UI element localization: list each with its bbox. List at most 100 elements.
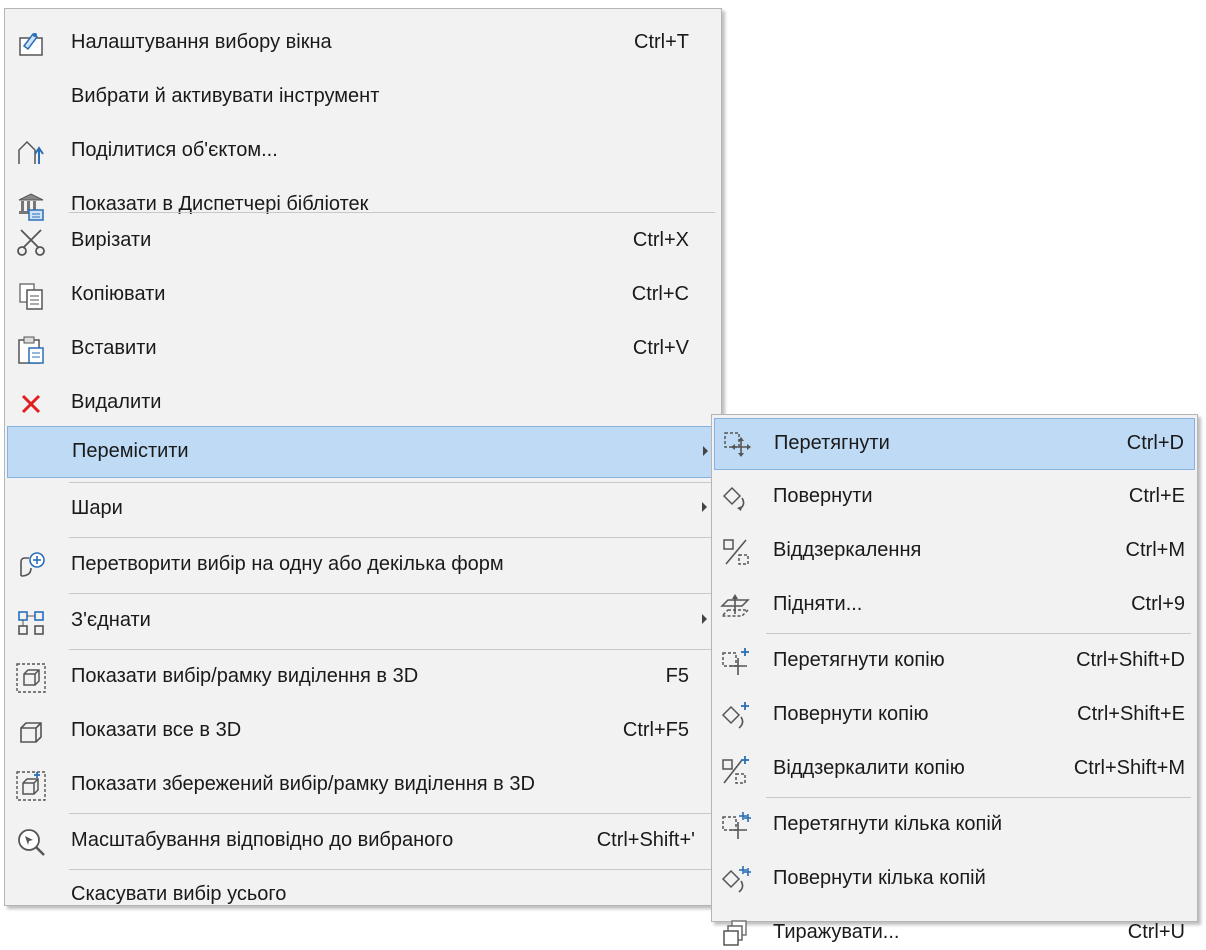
submenu-item-label: Перетягнути копію xyxy=(773,649,945,671)
menu-item-zoom-to-selection[interactable]: Масштабування відповідно до вибраного Ct… xyxy=(7,815,719,869)
submenu-item-shortcut: Ctrl+Shift+D xyxy=(1076,649,1185,671)
connect-icon xyxy=(15,606,47,638)
menu-separator xyxy=(766,797,1191,798)
menu-item-shortcut: Ctrl+F5 xyxy=(622,719,689,741)
submenu-item-label: Повернути xyxy=(773,485,873,507)
menu-item-show-all-3d[interactable]: Показати все в 3D Ctrl+F5 xyxy=(7,705,719,759)
selection-settings-icon xyxy=(15,28,47,60)
menu-separator xyxy=(69,813,715,814)
submenu-item-label: Віддзеркалити копію xyxy=(773,757,965,779)
menu-separator xyxy=(69,593,715,594)
multiply-icon xyxy=(720,918,752,950)
menu-item-label: Видалити xyxy=(71,391,162,413)
menu-separator xyxy=(69,537,715,538)
submenu-item-shortcut: Ctrl+D xyxy=(1126,432,1184,454)
menu-item-label: Копіювати xyxy=(71,283,166,305)
drag-copy-icon xyxy=(720,646,752,678)
submenu-item-label: Повернути копію xyxy=(773,703,929,725)
menu-item-label: Показати все в 3D xyxy=(71,719,242,741)
menu-item-cut[interactable]: Вирізати Ctrl+X xyxy=(7,215,719,269)
menu-item-selection-settings[interactable]: Налаштування вибору вікна Ctrl+T xyxy=(7,17,719,71)
menu-separator xyxy=(69,649,715,650)
menu-item-label: Показати збережений вибір/рамку виділенн… xyxy=(71,773,535,795)
show-selection-3d-icon xyxy=(15,662,47,694)
submenu-item-drag-multiple-copies[interactable]: Перетягнути кілька копій xyxy=(714,799,1195,853)
menu-item-label: Налаштування вибору вікна xyxy=(71,31,332,53)
menu-item-shortcut: Ctrl+C xyxy=(631,283,689,305)
menu-item-shortcut: F5 xyxy=(665,665,689,687)
zoom-to-selection-icon xyxy=(15,826,47,858)
menu-item-label: Шари xyxy=(71,497,123,519)
menu-item-show-selection-3d[interactable]: Показати вибір/рамку виділення в 3D F5 xyxy=(7,651,719,705)
submenu-item-rotate[interactable]: Повернути Ctrl+E xyxy=(714,471,1195,525)
submenu-item-rotate-copy[interactable]: Повернути копію Ctrl+Shift+E xyxy=(714,689,1195,743)
menu-separator xyxy=(766,633,1191,634)
menu-item-label: Вставити xyxy=(71,337,157,359)
drag-multiple-copies-icon xyxy=(720,810,752,842)
show-saved-selection-3d-icon xyxy=(15,770,47,802)
mirror-icon xyxy=(720,536,752,568)
rotate-copy-icon xyxy=(720,700,752,732)
delete-icon xyxy=(15,388,47,420)
menu-item-layers[interactable]: Шари xyxy=(7,483,719,537)
menu-item-label: Перемістити xyxy=(72,440,189,462)
menu-item-shortcut: Ctrl+Shift+' xyxy=(596,829,695,851)
mirror-copy-icon xyxy=(720,754,752,786)
submenu-item-drag-copy[interactable]: Перетягнути копію Ctrl+Shift+D xyxy=(714,635,1195,689)
submenu-item-mirror-copy[interactable]: Віддзеркалити копію Ctrl+Shift+M xyxy=(714,743,1195,797)
menu-item-label: Вирізати xyxy=(71,229,152,251)
submenu-item-label: Повернути кілька копій xyxy=(773,867,986,889)
share-object-icon xyxy=(15,136,47,168)
move-submenu: Перетягнути Ctrl+D Повернути Ctrl+E Відд… xyxy=(711,414,1198,946)
menu-item-copy[interactable]: Копіювати Ctrl+C xyxy=(7,269,719,323)
submenu-arrow-icon xyxy=(702,614,707,624)
menu-item-label: Поділитися об'єктом... xyxy=(71,139,278,161)
submenu-arrow-icon xyxy=(702,502,707,512)
menu-item-select-activate-tool[interactable]: Вибрати й активувати інструмент xyxy=(7,71,719,125)
submenu-item-label: Тиражувати... xyxy=(773,921,900,943)
menu-item-label: Перетворити вибір на одну або декілька ф… xyxy=(71,553,504,575)
menu-item-shortcut: Ctrl+X xyxy=(632,229,689,251)
context-menu: Налаштування вибору вікна Ctrl+T Вибрати… xyxy=(4,8,722,906)
menu-item-show-saved-selection-3d[interactable]: Показати збережений вибір/рамку виділенн… xyxy=(7,759,719,813)
paste-icon xyxy=(15,334,47,366)
menu-item-delete[interactable]: Видалити xyxy=(7,377,719,431)
submenu-item-drag[interactable]: Перетягнути Ctrl+D xyxy=(714,418,1195,470)
elevate-icon xyxy=(720,590,752,622)
submenu-item-multiply[interactable]: Тиражувати... Ctrl+U xyxy=(714,907,1195,946)
convert-to-morph-icon xyxy=(15,550,47,582)
menu-item-shortcut: Ctrl+T xyxy=(634,31,689,53)
submenu-item-shortcut: Ctrl+E xyxy=(1128,485,1185,507)
menu-item-connect[interactable]: З'єднати xyxy=(7,595,719,649)
menu-item-paste[interactable]: Вставити Ctrl+V xyxy=(7,323,719,377)
submenu-item-label: Перетягнути кілька копій xyxy=(773,813,1002,835)
rotate-multiple-copies-icon xyxy=(720,864,752,896)
cut-icon xyxy=(15,226,47,258)
menu-separator xyxy=(69,212,715,213)
submenu-item-label: Перетягнути xyxy=(774,432,890,454)
submenu-arrow-icon xyxy=(703,446,708,456)
submenu-item-mirror[interactable]: Віддзеркалення Ctrl+M xyxy=(714,525,1195,579)
submenu-item-shortcut: Ctrl+9 xyxy=(1131,593,1185,615)
submenu-item-shortcut: Ctrl+U xyxy=(1127,921,1185,943)
menu-item-share-object[interactable]: Поділитися об'єктом... xyxy=(7,125,719,179)
copy-icon xyxy=(15,280,47,312)
menu-item-label: Вибрати й активувати інструмент xyxy=(71,85,380,107)
menu-item-label: Скасувати вибір усього xyxy=(71,883,287,905)
menu-item-move[interactable]: Перемістити xyxy=(7,426,719,478)
menu-item-shortcut: Ctrl+V xyxy=(632,337,689,359)
submenu-item-shortcut: Ctrl+M xyxy=(1125,539,1185,561)
submenu-item-rotate-multiple-copies[interactable]: Повернути кілька копій xyxy=(714,853,1195,907)
rotate-icon xyxy=(720,482,752,514)
submenu-item-shortcut: Ctrl+Shift+M xyxy=(1073,757,1185,779)
menu-item-label: З'єднати xyxy=(71,609,151,631)
menu-item-label: Масштабування відповідно до вибраного xyxy=(71,829,454,851)
menu-item-convert-to-morphs[interactable]: Перетворити вибір на одну або декілька ф… xyxy=(7,539,719,593)
submenu-item-label: Підняти... xyxy=(773,593,863,615)
submenu-item-label: Віддзеркалення xyxy=(773,539,922,561)
submenu-item-shortcut: Ctrl+Shift+E xyxy=(1077,703,1185,725)
menu-item-deselect-all[interactable]: Скасувати вибір усього xyxy=(7,869,719,923)
drag-icon xyxy=(721,428,753,460)
submenu-item-elevate[interactable]: Підняти... Ctrl+9 xyxy=(714,579,1195,633)
show-all-3d-icon xyxy=(15,716,47,748)
